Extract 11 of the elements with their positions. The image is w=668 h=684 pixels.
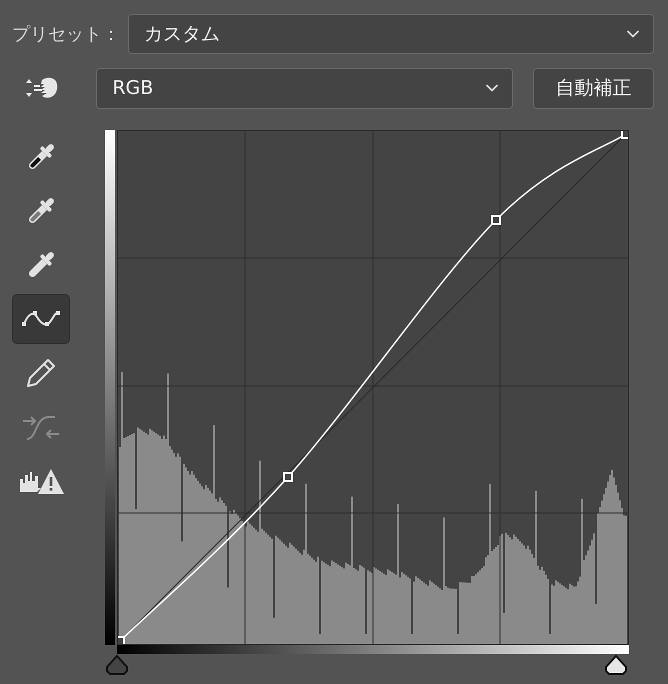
curve-point-handle[interactable]	[283, 472, 293, 482]
auto-button[interactable]: 自動補正	[533, 68, 654, 108]
curve-tool-button[interactable]	[12, 294, 70, 344]
channel-dropdown[interactable]: RGB	[96, 68, 514, 108]
pencil-icon	[24, 356, 58, 390]
shadow-slider-handle[interactable]	[104, 654, 130, 676]
preset-label: プリセット：	[12, 23, 120, 46]
preset-dropdown[interactable]: カスタム	[128, 14, 654, 54]
highlight-slider-handle[interactable]	[603, 654, 629, 676]
clipping-warning-icon	[18, 467, 64, 495]
curve-point-handle[interactable]	[491, 215, 501, 225]
